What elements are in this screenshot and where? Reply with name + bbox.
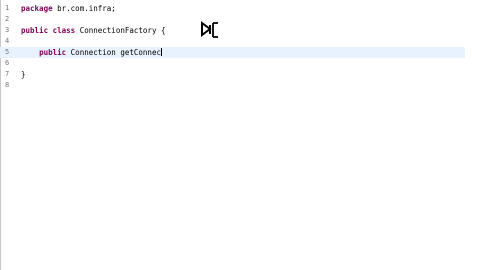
text-caret bbox=[160, 48, 162, 56]
code-line-6[interactable]: 6 bbox=[0, 58, 480, 69]
code-line-4[interactable]: 4 bbox=[0, 36, 480, 47]
line-number: 8 bbox=[5, 81, 10, 89]
line-number: 4 bbox=[5, 37, 10, 45]
code-line-2[interactable]: 2 bbox=[0, 14, 480, 25]
line-number: 1 bbox=[5, 4, 10, 12]
code-line-5-current[interactable]: 5 public Connection getConnec bbox=[0, 47, 480, 58]
code-editor[interactable]: 1 package br.com.infra; 2 3 public class… bbox=[0, 0, 480, 270]
code-text[interactable]: public class ConnectionFactory { bbox=[21, 25, 166, 36]
keyword-class: class bbox=[52, 26, 76, 35]
code-text[interactable]: package br.com.infra; bbox=[21, 3, 116, 14]
pointer-cursor-icon bbox=[201, 21, 218, 38]
code-text[interactable]: public Connection getConnec bbox=[21, 47, 162, 58]
line-number: 7 bbox=[5, 70, 10, 78]
line-number: 6 bbox=[5, 59, 10, 67]
code-text[interactable]: } bbox=[21, 69, 26, 80]
line-number: 5 bbox=[5, 48, 10, 56]
code-line-1[interactable]: 1 package br.com.infra; bbox=[0, 3, 480, 14]
code-line-7[interactable]: 7 } bbox=[0, 69, 480, 80]
keyword-public: public bbox=[21, 26, 49, 35]
editor-right-margin bbox=[465, 0, 480, 270]
line-number: 3 bbox=[5, 26, 10, 34]
keyword-public: public bbox=[39, 48, 67, 57]
code-line-8[interactable]: 8 bbox=[0, 80, 480, 91]
code-line-3[interactable]: 3 public class ConnectionFactory { bbox=[0, 25, 480, 36]
keyword-package: package bbox=[21, 4, 53, 13]
line-number: 2 bbox=[5, 15, 10, 23]
